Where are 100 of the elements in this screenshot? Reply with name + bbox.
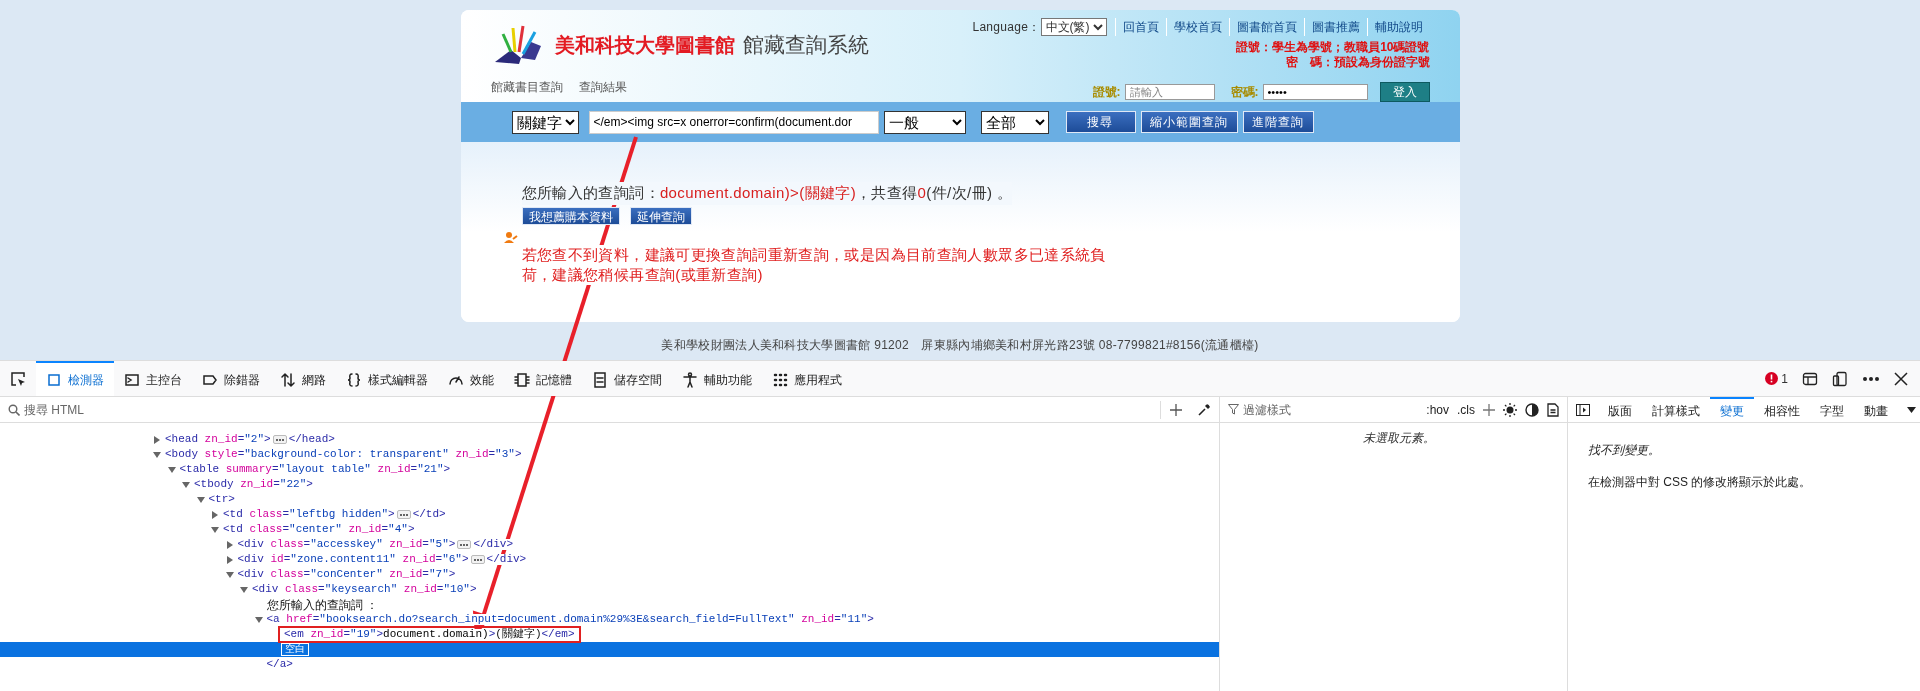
closing-tag[interactable]: </head> (288, 434, 335, 445)
dock-layout-icon[interactable] (1802, 370, 1818, 387)
closing-tag[interactable]: </div> (486, 554, 527, 565)
person-icon (503, 230, 518, 243)
collapsed-children-icon[interactable] (470, 555, 485, 564)
html-node[interactable]: <td class="leftbg hidden"> (223, 509, 395, 520)
storage-icon (592, 371, 608, 388)
no-element-message: 未選取元素。 (1361, 430, 1435, 447)
summary-text: ，共查得 (856, 182, 918, 205)
html-node[interactable]: <body style="background-color: transparent" zn_id="3"> (165, 449, 522, 460)
search-button[interactable]: 進階查詢 (1242, 111, 1314, 133)
field-select[interactable]: 關鍵字 (511, 110, 579, 134)
scope-select[interactable]: 全部 (980, 110, 1049, 134)
html-node[interactable]: <div class="keysearch" zn_id="10"> (252, 584, 477, 595)
html-node[interactable]: <head zn_id="2"> (165, 434, 271, 445)
html-node[interactable]: <div class="conCenter" zn_id="7"> (237, 569, 456, 580)
print-document-icon[interactable] (1547, 402, 1559, 417)
error-icon (1765, 372, 1779, 385)
collapsed-children-icon[interactable] (272, 435, 287, 444)
nav-link[interactable]: 圖書館首頁 (1228, 18, 1304, 36)
result-button[interactable]: 我想薦購本資料 (521, 206, 620, 225)
nav-link[interactable]: 圖書推薦 (1303, 18, 1367, 36)
login-notice: 密 碼：預設為身份證字號 (1285, 55, 1430, 70)
html-node[interactable]: <div class="accesskey" zn_id="5"> (237, 539, 456, 550)
nav-link[interactable]: 學校首頁 (1165, 18, 1229, 36)
html-node[interactable]: <div id="zone.content11" zn_id="6"> (237, 554, 469, 565)
type-select[interactable]: 一般 (883, 110, 966, 134)
search-button[interactable]: 搜尋 (1065, 111, 1136, 133)
html-node[interactable]: <table summary="layout table" zn_id="21"> (179, 464, 451, 475)
more-options-icon[interactable] (1862, 375, 1880, 382)
collapsed-children-icon[interactable] (396, 510, 411, 519)
grid-icon (772, 371, 788, 388)
search-icon (8, 403, 20, 416)
changes-hint: 在檢測器中對 CSS 的修改將顯示於此處。 (1588, 474, 1813, 491)
disclosure-triangle-icon[interactable] (225, 540, 234, 549)
closing-tag[interactable]: </a> (266, 659, 293, 670)
nav-link[interactable]: 輔助說明 (1366, 18, 1430, 36)
collapsed-children-icon[interactable] (457, 540, 472, 549)
html-node[interactable]: <tbody zn_id="22"> (194, 479, 313, 490)
disclosure-triangle-icon[interactable] (211, 510, 219, 519)
inspector-icon (46, 371, 62, 388)
sidebar-toggle-icon[interactable] (1576, 403, 1590, 416)
whitespace-badge[interactable]: 空白 (281, 643, 309, 656)
dark-scheme-icon[interactable] (1525, 402, 1539, 417)
system-name: 館藏查詢系統 (742, 32, 869, 59)
disclosure-triangle-icon[interactable] (153, 450, 161, 459)
sidebar-tab[interactable]: 動畫 (1854, 397, 1898, 422)
responsive-design-icon[interactable] (1832, 370, 1848, 387)
filter-styles-field[interactable]: 過濾樣式 (1243, 400, 1403, 419)
caret-icon[interactable] (1907, 406, 1916, 413)
result-button[interactable]: 延伸查詢 (629, 206, 692, 225)
breadcrumb-link[interactable]: 查詢結果 (578, 78, 627, 96)
element-picker-icon[interactable] (10, 370, 26, 387)
login-button[interactable]: 登入 (1379, 82, 1430, 102)
query-input-field[interactable]: </em><img src=x onerror=confirm(document.dor (588, 110, 879, 134)
class-toggle[interactable]: .cls (1457, 400, 1475, 419)
summary-text: document.domain)>(關鍵字) (659, 182, 857, 205)
library-name: 美和科技大學圖書館 (554, 33, 735, 58)
disclosure-triangle-icon[interactable] (182, 480, 190, 489)
language-select[interactable]: 中文(繁) (1040, 18, 1107, 36)
sidebar-tab[interactable]: 相容性 (1754, 397, 1810, 422)
html-node[interactable]: <tr> (208, 494, 235, 505)
breadcrumb-link[interactable]: 館藏書目查詢 (490, 78, 563, 96)
close-icon[interactable] (1894, 371, 1908, 386)
light-scheme-icon[interactable] (1503, 402, 1517, 417)
sidebar-tab[interactable]: 版面 (1598, 397, 1642, 422)
language-label: Language： (972, 19, 1041, 36)
devtools-tab[interactable]: 檢測器 (36, 361, 114, 396)
search-button[interactable]: 縮小範圍查詢 (1140, 111, 1238, 133)
network-arrows-icon (280, 371, 296, 388)
error-count[interactable]: 1 (1781, 369, 1788, 388)
disclosure-triangle-icon[interactable] (167, 465, 176, 474)
sidebar-tab[interactable]: 變更 (1710, 397, 1754, 422)
disclosure-triangle-icon[interactable] (254, 615, 263, 624)
braces-icon (346, 371, 362, 388)
html-node[interactable]: <a href="booksearch.do?search_input=document.domain%29%3E&search_field=FullText" zn_id="11"> (266, 614, 874, 625)
password-input-field[interactable]: ••••• (1262, 84, 1368, 100)
no-changes-message: 找不到變更。 (1588, 442, 1661, 459)
disclosure-triangle-icon[interactable] (225, 555, 234, 564)
eyedropper-icon[interactable] (1197, 402, 1211, 417)
disclosure-triangle-icon[interactable] (225, 570, 234, 579)
login-notice: 證號：學生為學號；教職員10碼證號 (1236, 40, 1430, 55)
id-input-field[interactable]: 請輸入 (1124, 84, 1215, 100)
hover-toggle[interactable]: :hov (1426, 400, 1449, 419)
disclosure-triangle-icon[interactable] (240, 585, 248, 594)
html-node[interactable]: <em zn_id="19">document.domain)>(關鍵字)</em> (281, 629, 578, 640)
nav-link[interactable]: 回首頁 (1114, 18, 1166, 36)
disclosure-triangle-icon[interactable] (211, 525, 219, 534)
disclosure-triangle-icon[interactable] (153, 435, 161, 444)
sidebar-tab[interactable]: 計算樣式 (1642, 397, 1710, 422)
add-node-icon[interactable] (1169, 402, 1183, 417)
accessibility-icon (682, 371, 698, 388)
closing-tag[interactable]: </td> (412, 509, 446, 520)
filter-icon (1228, 404, 1239, 415)
html-node[interactable]: <td class="center" zn_id="4"> (223, 524, 415, 535)
html-search-field[interactable]: 搜尋 HTML (24, 400, 1152, 419)
closing-tag[interactable]: </div> (473, 539, 513, 550)
disclosure-triangle-icon[interactable] (196, 495, 205, 504)
sidebar-tab[interactable]: 字型 (1810, 397, 1854, 422)
add-rule-icon[interactable] (1483, 403, 1495, 416)
